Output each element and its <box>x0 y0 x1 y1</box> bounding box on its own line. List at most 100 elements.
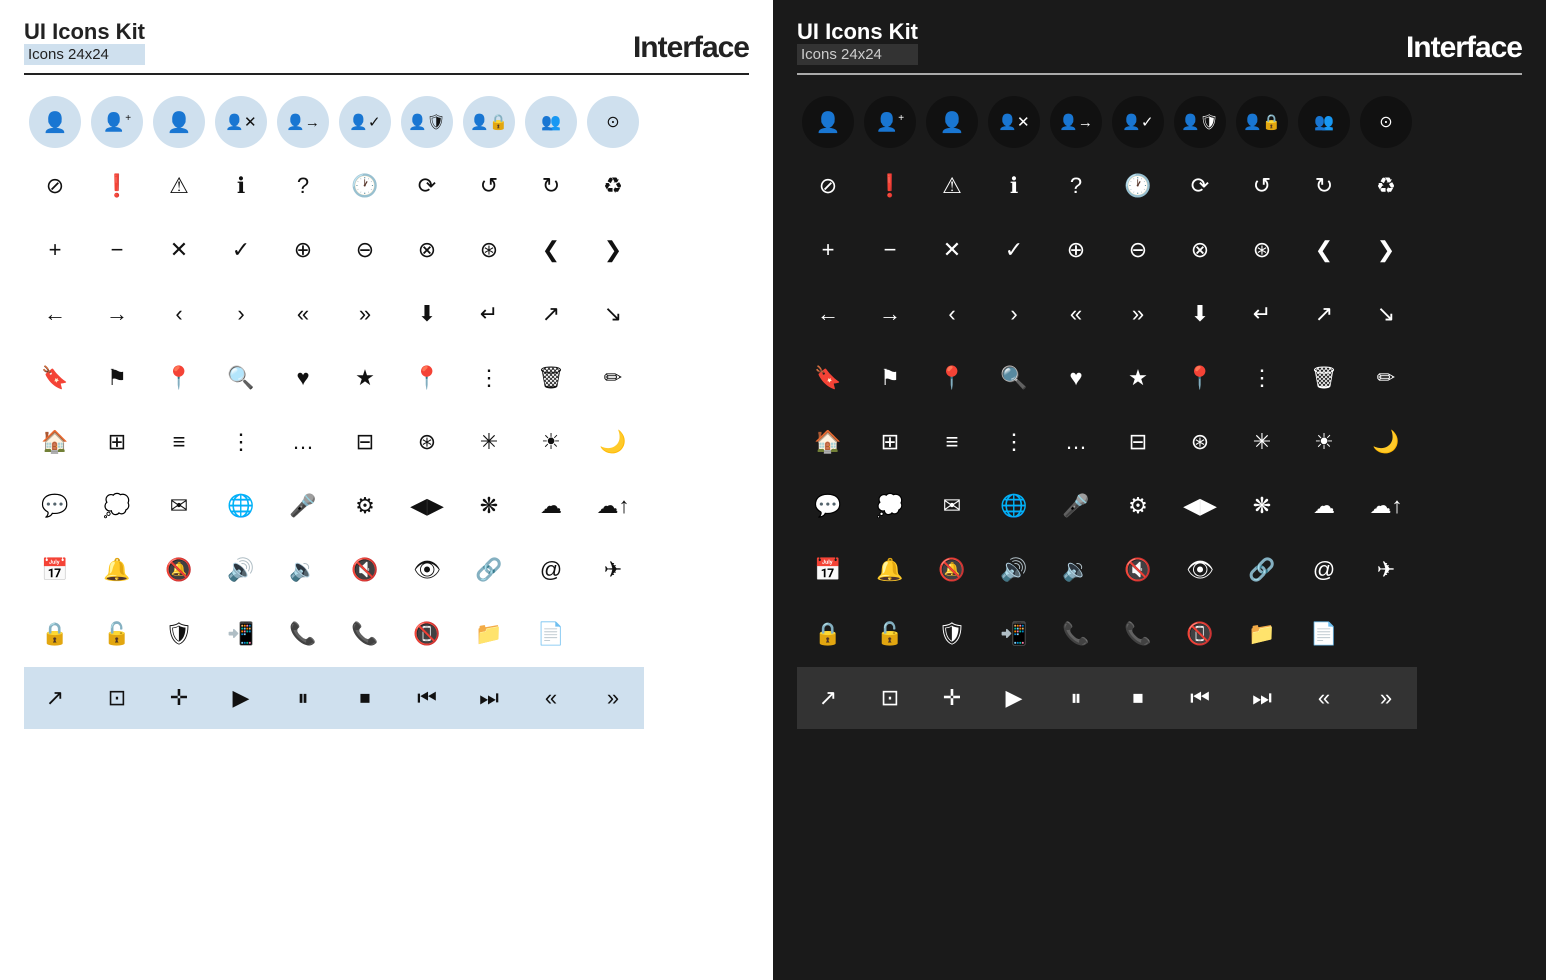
dark-icon-cloud: ☁ <box>1293 475 1355 537</box>
light-icon-skip-back: ⏮ <box>396 667 458 729</box>
dark-icon-trash: 🗑 <box>1293 347 1355 409</box>
light-icon-cell: 👤🛡 <box>396 91 458 153</box>
dark-icon-error: ❗ <box>859 155 921 217</box>
dark-icon-dots-h: … <box>1045 411 1107 473</box>
dark-icon-sync: ♻ <box>1355 155 1417 217</box>
dark-icon-share: ⋮ <box>1231 347 1293 409</box>
dark-icon-minus-circle: ⊖ <box>1107 219 1169 281</box>
light-icon-plus-circle: ⊕ <box>272 219 334 281</box>
light-icon-at: @ <box>520 539 582 601</box>
dark-icon-bubble: 💭 <box>859 475 921 537</box>
light-icon-pin: 📍 <box>148 347 210 409</box>
dark-avatar-group: 👥 <box>1298 96 1350 148</box>
dark-icon-close: ✕ <box>921 219 983 281</box>
light-category: Interface <box>633 31 749 65</box>
dark-icon-volume-low: 🔉 <box>1045 539 1107 601</box>
dark-icon-unlock: 🔓 <box>859 603 921 665</box>
dark-icon-globe: 🌐 <box>983 475 1045 537</box>
light-icon-enter: ↵ <box>458 283 520 345</box>
light-icon-rewind: « <box>520 667 582 729</box>
light-icon-heart: ♥ <box>272 347 334 409</box>
avatar-circle-user: ⊙ <box>587 96 639 148</box>
light-icons-grid: 👤 👤+ 👤 👤✕ 👤→ 👤✓ 👤🛡 👤🔒 👥 ⊙ ⊘ ❗ ⚠ ℹ ? 🕐 ⟳ … <box>24 91 749 960</box>
dark-icon-settings: ⚙ <box>1107 475 1169 537</box>
light-icon-minus: − <box>86 219 148 281</box>
dark-icon-cloud-upload: ☁↑ <box>1355 475 1417 537</box>
avatar-group: 👥 <box>525 96 577 148</box>
light-icon-cell: 👤 <box>148 91 210 153</box>
dark-icon-phone-down: 📲 <box>983 603 1045 665</box>
light-icon-plus: + <box>24 219 86 281</box>
dark-icon-heart: ♥ <box>1045 347 1107 409</box>
light-icon-filter: ⊛ <box>396 411 458 473</box>
dark-icon-apps: ❋ <box>1231 475 1293 537</box>
dark-avatar-add: 👤+ <box>864 96 916 148</box>
light-icon-minus-circle: ⊖ <box>334 219 396 281</box>
light-icon-shield: 🛡 <box>148 603 210 665</box>
dark-icon-cell: 👤🛡 <box>1169 91 1231 153</box>
light-icon-cell: 👤→ <box>272 91 334 153</box>
light-icon-cloud-upload: ☁↑ <box>582 475 644 537</box>
light-icon-dbl-left: « <box>272 283 334 345</box>
light-icon-chat: 💬 <box>24 475 86 537</box>
dark-icon-cell: 👤✕ <box>983 91 1045 153</box>
dark-avatar-remove: 👤✕ <box>988 96 1040 148</box>
light-row-5: 🏠 ⊞ ≡ ⋮ … ⊟ ⊛ ✳ ☀ 🌙 <box>24 411 749 473</box>
light-icon-cell: 👥 <box>520 91 582 153</box>
dark-icon-menu: ≡ <box>921 411 983 473</box>
dark-avatar-circle-user: ⊙ <box>1360 96 1412 148</box>
dark-icon-search: 🔍 <box>983 347 1045 409</box>
dark-icon-skip-forward: ⏭ <box>1231 667 1293 729</box>
dark-row-7: 📅 🔔 🔕 🔊 🔉 🔇 👁 🔗 @ ✈ <box>797 539 1522 601</box>
dark-icon-pin: 📍 <box>921 347 983 409</box>
dark-icon-toggle: ◀▶ <box>1169 475 1231 537</box>
avatar-check: 👤✓ <box>339 96 391 148</box>
dark-icon-location: 📍 <box>1169 347 1231 409</box>
dark-icon-pause: ⏸ <box>1045 667 1107 729</box>
avatar-down: 👤 <box>153 96 205 148</box>
light-icon-fast-forward: » <box>582 667 644 729</box>
avatar-shield: 👤🛡 <box>401 96 453 148</box>
dark-avatar-check: 👤✓ <box>1112 96 1164 148</box>
light-icon-mute: 🔇 <box>334 539 396 601</box>
dark-icon-cell: 👤🔒 <box>1231 91 1293 153</box>
dark-icon-mic: 🎤 <box>1045 475 1107 537</box>
dark-icon-move: ✛ <box>921 667 983 729</box>
light-icon-apps: ❋ <box>458 475 520 537</box>
dark-icon-filter: ⊛ <box>1169 411 1231 473</box>
dark-icon-volume: 🔊 <box>983 539 1045 601</box>
dark-icon-dots-v: ⋮ <box>983 411 1045 473</box>
dark-icon-bell: 🔔 <box>859 539 921 601</box>
dark-row-4: 🔖 ⚑ 📍 🔍 ♥ ★ 📍 ⋮ 🗑 ✏ <box>797 347 1522 409</box>
avatar-add: 👤+ <box>91 96 143 148</box>
dark-icon-plus-circle: ⊕ <box>1045 219 1107 281</box>
dark-icon-fullscreen: ↗ <box>797 667 859 729</box>
light-icon-cell: 👤 <box>24 91 86 153</box>
dark-icon-cell: ⊙ <box>1355 91 1417 153</box>
dark-icon-send: ✈ <box>1355 539 1417 601</box>
light-icon-arrow-right: → <box>86 283 148 345</box>
dark-icon-bookmark: 🔖 <box>797 347 859 409</box>
dark-icon-sun: ☀ <box>1293 411 1355 473</box>
dark-header: UI Icons Kit Icons 24x24 Interface <box>797 20 1522 75</box>
light-title: UI Icons Kit <box>24 20 145 44</box>
dark-avatar-down: 👤 <box>926 96 978 148</box>
dark-icons-grid: 👤 👤+ 👤 👤✕ 👤→ 👤✓ 👤🛡 👤🔒 👥 ⊙ ⊘ ❗ ⚠ ℹ ? 🕐 ⟳ … <box>797 91 1522 960</box>
light-icon-send: ✈ <box>582 539 644 601</box>
light-icon-bubble: 💭 <box>86 475 148 537</box>
dark-icon-dbl-check: ⊛ <box>1231 219 1293 281</box>
light-icon-clock: 🕐 <box>334 155 396 217</box>
dark-header-left: UI Icons Kit Icons 24x24 <box>797 20 918 65</box>
light-icon-angle-left: ‹ <box>148 283 210 345</box>
light-icon-move: ✛ <box>148 667 210 729</box>
dark-subtitle: Icons 24x24 <box>797 44 918 65</box>
dark-icon-info: ℹ <box>983 155 1045 217</box>
light-row-1: ⊘ ❗ ⚠ ℹ ? 🕐 ⟳ ↺ ↻ ♻ <box>24 155 749 217</box>
dark-icon-phone-call: 📞 <box>1107 603 1169 665</box>
dark-row-5: 🏠 ⊞ ≡ ⋮ … ⊟ ⊛ ✳ ☀ 🌙 <box>797 411 1522 473</box>
dark-icon-frame: ⊡ <box>859 667 921 729</box>
light-icon-chevron-left: ❮ <box>520 219 582 281</box>
light-row-8: 🔒 🔓 🛡 📲 📞 📞 📵 📁 📄 <box>24 603 749 665</box>
light-icon-refresh2: ↻ <box>520 155 582 217</box>
light-icon-stop: ⏹ <box>334 667 396 729</box>
